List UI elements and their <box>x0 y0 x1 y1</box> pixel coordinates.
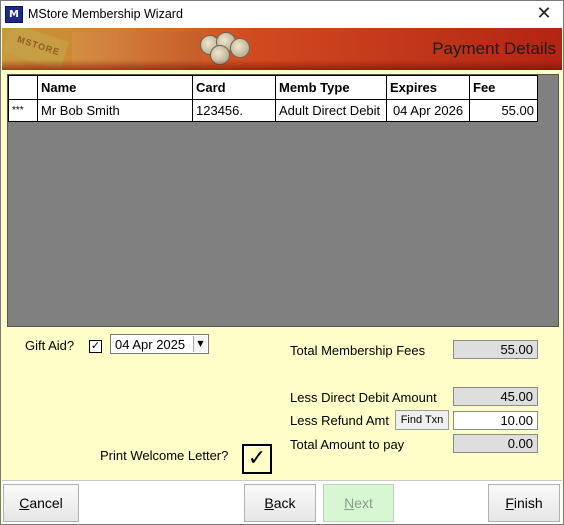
back-button[interactable]: Back <box>244 484 316 522</box>
refund-amount-label: Less Refund Amt <box>290 413 389 428</box>
title-bar: M MStore Membership Wizard ✕ <box>1 1 563 28</box>
table-header-row: Name Card Memb Type Expires Fee <box>8 75 538 100</box>
cell-expires[interactable]: 04 Apr 2026 <box>386 99 470 122</box>
next-button[interactable]: Next <box>323 484 394 522</box>
amount-to-pay-field: 0.00 <box>453 434 538 453</box>
members-grid[interactable]: Name Card Memb Type Expires Fee *** Mr B… <box>7 74 559 327</box>
row-marker: *** <box>8 99 38 122</box>
direct-debit-amount-field: 45.00 <box>453 387 538 406</box>
find-txn-button[interactable]: Find Txn <box>395 410 449 430</box>
header-banner: MSTORE Payment Details <box>2 28 562 70</box>
amount-to-pay-label: Total Amount to pay <box>290 437 405 452</box>
wizard-window: M MStore Membership Wizard ✕ MSTORE Paym… <box>0 0 564 525</box>
finish-label: inish <box>513 495 543 511</box>
cell-fee[interactable]: 55.00 <box>469 99 538 122</box>
gift-aid-checkbox[interactable]: ✓ <box>89 340 102 353</box>
column-header-card[interactable]: Card <box>192 75 276 100</box>
print-welcome-letter-label: Print Welcome Letter? <box>100 448 229 463</box>
column-header-expires[interactable]: Expires <box>386 75 470 100</box>
chevron-down-icon[interactable]: ▼ <box>193 336 207 352</box>
print-welcome-letter-checkbox[interactable]: ✓ <box>242 444 272 474</box>
members-table: Name Card Memb Type Expires Fee *** Mr B… <box>8 75 538 122</box>
cell-memb-type[interactable]: Adult Direct Debit <box>275 99 387 122</box>
coin-icon <box>230 38 250 58</box>
gift-aid-label: Gift Aid? <box>25 338 75 353</box>
window-title: MStore Membership Wizard <box>28 7 183 21</box>
cancel-button[interactable]: Cancel <box>3 484 79 522</box>
column-header-name[interactable]: Name <box>37 75 193 100</box>
column-header-memb-type[interactable]: Memb Type <box>275 75 387 100</box>
column-header-fee[interactable]: Fee <box>469 75 538 100</box>
close-icon[interactable]: ✕ <box>533 4 555 25</box>
back-mnemonic: B <box>264 495 274 511</box>
gift-aid-date-picker[interactable]: 04 Apr 2025 ▼ <box>110 334 209 354</box>
next-label: ext <box>354 495 373 511</box>
cancel-mnemonic: C <box>19 495 30 511</box>
next-mnemonic: N <box>344 495 355 511</box>
gift-aid-date-value: 04 Apr 2025 <box>115 337 186 352</box>
cell-card[interactable]: 123456. <box>192 99 276 122</box>
column-header-marker <box>8 75 38 100</box>
cell-name[interactable]: Mr Bob Smith <box>37 99 193 122</box>
total-membership-fees-field: 55.00 <box>453 340 538 359</box>
finish-mnemonic: F <box>505 495 514 511</box>
banner-logo-text: MSTORE <box>16 34 62 58</box>
total-membership-fees-label: Total Membership Fees <box>290 343 426 358</box>
refund-amount-input[interactable]: 10.00 <box>453 411 538 430</box>
back-label: ack <box>273 495 296 511</box>
direct-debit-amount-label: Less Direct Debit Amount <box>290 390 437 405</box>
cancel-label: ancel <box>29 495 63 511</box>
finish-button[interactable]: Finish <box>488 484 560 522</box>
page-title: Payment Details <box>432 39 556 58</box>
table-row[interactable]: *** Mr Bob Smith 123456. Adult Direct De… <box>8 99 538 122</box>
app-icon: M <box>5 6 23 23</box>
